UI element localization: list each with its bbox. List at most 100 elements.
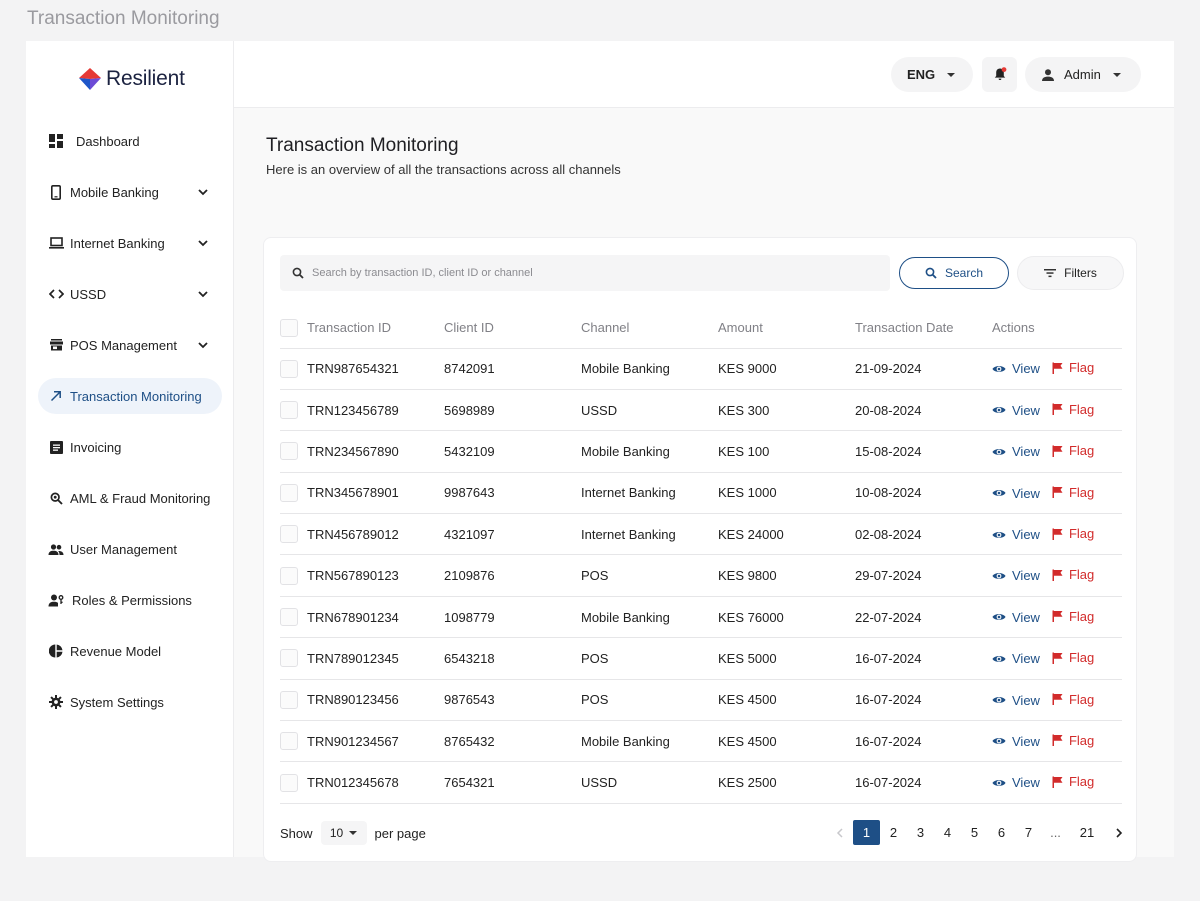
flag-button[interactable]: Flag <box>1052 567 1094 582</box>
sidebar-item-aml-fraud-monitoring[interactable]: AML & Fraud Monitoring <box>38 480 222 516</box>
page-button[interactable]: 3 <box>907 820 934 845</box>
flag-icon <box>1052 486 1063 499</box>
page-button[interactable]: 7 <box>1015 820 1042 845</box>
page-button[interactable]: 5 <box>961 820 988 845</box>
view-button[interactable]: View <box>992 361 1040 376</box>
language-selector[interactable]: ENG <box>891 57 973 92</box>
channel-cell: USSD <box>581 761 718 804</box>
page-button[interactable]: 2 <box>880 820 907 845</box>
view-button[interactable]: View <box>992 693 1040 708</box>
view-button[interactable]: View <box>992 610 1040 625</box>
sidebar-item-mobile-banking[interactable]: Mobile Banking <box>38 174 222 210</box>
row-checkbox[interactable] <box>280 732 298 751</box>
eye-icon <box>992 612 1006 622</box>
row-checkbox[interactable] <box>280 690 298 709</box>
eye-icon <box>992 695 1006 705</box>
transactions-card: Search Filters Transaction ID Client ID … <box>263 237 1137 862</box>
date-cell: 10-08-2024 <box>855 472 992 515</box>
search-input[interactable] <box>312 267 872 279</box>
row-checkbox[interactable] <box>280 483 298 502</box>
row-checkbox[interactable] <box>280 525 298 544</box>
sidebar-item-roles-permissions[interactable]: Roles & Permissions <box>38 582 222 618</box>
page-button[interactable]: 1 <box>853 820 880 845</box>
flag-icon <box>1052 569 1063 581</box>
flag-button[interactable]: Flag <box>1052 609 1094 624</box>
previous-page-button[interactable] <box>826 820 853 845</box>
sidebar-item-pos-management[interactable]: POS Management <box>38 327 222 363</box>
column-header[interactable]: Transaction Date <box>855 308 992 349</box>
flag-button[interactable]: Flag <box>1052 774 1094 789</box>
sidebar-item-label: Mobile Banking <box>70 184 159 200</box>
row-checkbox[interactable] <box>280 566 298 585</box>
sidebar-item-revenue-model[interactable]: Revenue Model <box>38 633 222 669</box>
select-all-checkbox[interactable] <box>280 318 298 337</box>
actions-cell: View Flag <box>992 637 1122 680</box>
view-button[interactable]: View <box>992 403 1040 418</box>
sidebar-item-label: Dashboard <box>76 133 140 149</box>
flag-button[interactable]: Flag <box>1052 650 1094 665</box>
brand-logo[interactable]: Resilient <box>78 67 185 91</box>
view-button[interactable]: View <box>992 651 1040 666</box>
sidebar-item-system-settings[interactable]: System Settings <box>38 684 222 720</box>
date-cell: 16-07-2024 <box>855 637 992 680</box>
column-header[interactable]: Channel <box>581 308 718 349</box>
page-button[interactable]: 21 <box>1069 820 1105 845</box>
page-button[interactable]: 6 <box>988 820 1015 845</box>
sidebar-item-internet-banking[interactable]: Internet Banking <box>38 225 222 261</box>
column-header[interactable]: Amount <box>718 308 855 349</box>
transaction-id-cell: TRN901234567 <box>307 720 444 763</box>
column-header[interactable]: Client ID <box>444 308 581 349</box>
client-id-cell: 8742091 <box>444 348 581 390</box>
sidebar-item-ussd[interactable]: USSD <box>38 276 222 312</box>
flag-button[interactable]: Flag <box>1052 526 1094 541</box>
actions-cell: View Flag <box>992 430 1122 473</box>
flag-button[interactable]: Flag <box>1052 733 1094 748</box>
channel-cell: Internet Banking <box>581 513 718 556</box>
date-cell: 16-07-2024 <box>855 679 992 722</box>
channel-cell: POS <box>581 679 718 722</box>
view-button[interactable]: View <box>992 568 1040 583</box>
client-id-cell: 6543218 <box>444 637 581 680</box>
flag-button[interactable]: Flag <box>1052 360 1094 375</box>
view-button[interactable]: View <box>992 775 1040 790</box>
table-row: TRN234567890 5432109 Mobile Banking KES 100… <box>280 430 1122 473</box>
sidebar-item-dashboard[interactable]: Dashboard <box>38 123 222 159</box>
flag-button[interactable]: Flag <box>1052 485 1094 500</box>
sidebar-item-invoicing[interactable]: Invoicing <box>38 429 222 465</box>
view-button[interactable]: View <box>992 527 1040 542</box>
user-icon <box>1042 68 1054 81</box>
transaction-id-cell: TRN456789012 <box>307 513 444 556</box>
row-checkbox[interactable] <box>280 773 298 792</box>
row-checkbox[interactable] <box>280 608 298 627</box>
amount-cell: KES 9800 <box>718 554 855 597</box>
search-field <box>280 255 890 291</box>
sidebar-item-user-management[interactable]: User Management <box>38 531 222 567</box>
table-row: TRN678901234 1098779 Mobile Banking KES 760… <box>280 596 1122 639</box>
amount-cell: KES 24000 <box>718 513 855 556</box>
user-menu[interactable]: Admin <box>1025 57 1141 92</box>
view-button[interactable]: View <box>992 486 1040 501</box>
row-checkbox[interactable] <box>280 442 298 461</box>
flag-button[interactable]: Flag <box>1052 402 1094 417</box>
page-button[interactable]: 4 <box>934 820 961 845</box>
view-button[interactable]: View <box>992 444 1040 459</box>
view-button[interactable]: View <box>992 734 1040 749</box>
row-checkbox[interactable] <box>280 401 298 420</box>
sidebar-item-label: User Management <box>70 541 177 557</box>
next-page-button[interactable] <box>1105 820 1132 845</box>
sidebar-item-transaction-monitoring[interactable]: Transaction Monitoring <box>38 378 222 414</box>
flag-button[interactable]: Flag <box>1052 692 1094 707</box>
row-checkbox[interactable] <box>280 649 298 668</box>
magnify-icon <box>48 490 64 506</box>
search-button[interactable]: Search <box>899 257 1009 289</box>
eye-icon <box>992 447 1006 457</box>
amount-cell: KES 4500 <box>718 720 855 763</box>
row-checkbox[interactable] <box>280 359 298 378</box>
notifications-button[interactable] <box>982 57 1017 92</box>
filters-button[interactable]: Filters <box>1017 256 1124 290</box>
view-label: View <box>1012 361 1040 377</box>
chevron-down-icon <box>196 236 210 250</box>
column-header[interactable]: Transaction ID <box>307 308 444 349</box>
per-page-select[interactable]: 10 <box>320 821 367 845</box>
flag-button[interactable]: Flag <box>1052 443 1094 458</box>
